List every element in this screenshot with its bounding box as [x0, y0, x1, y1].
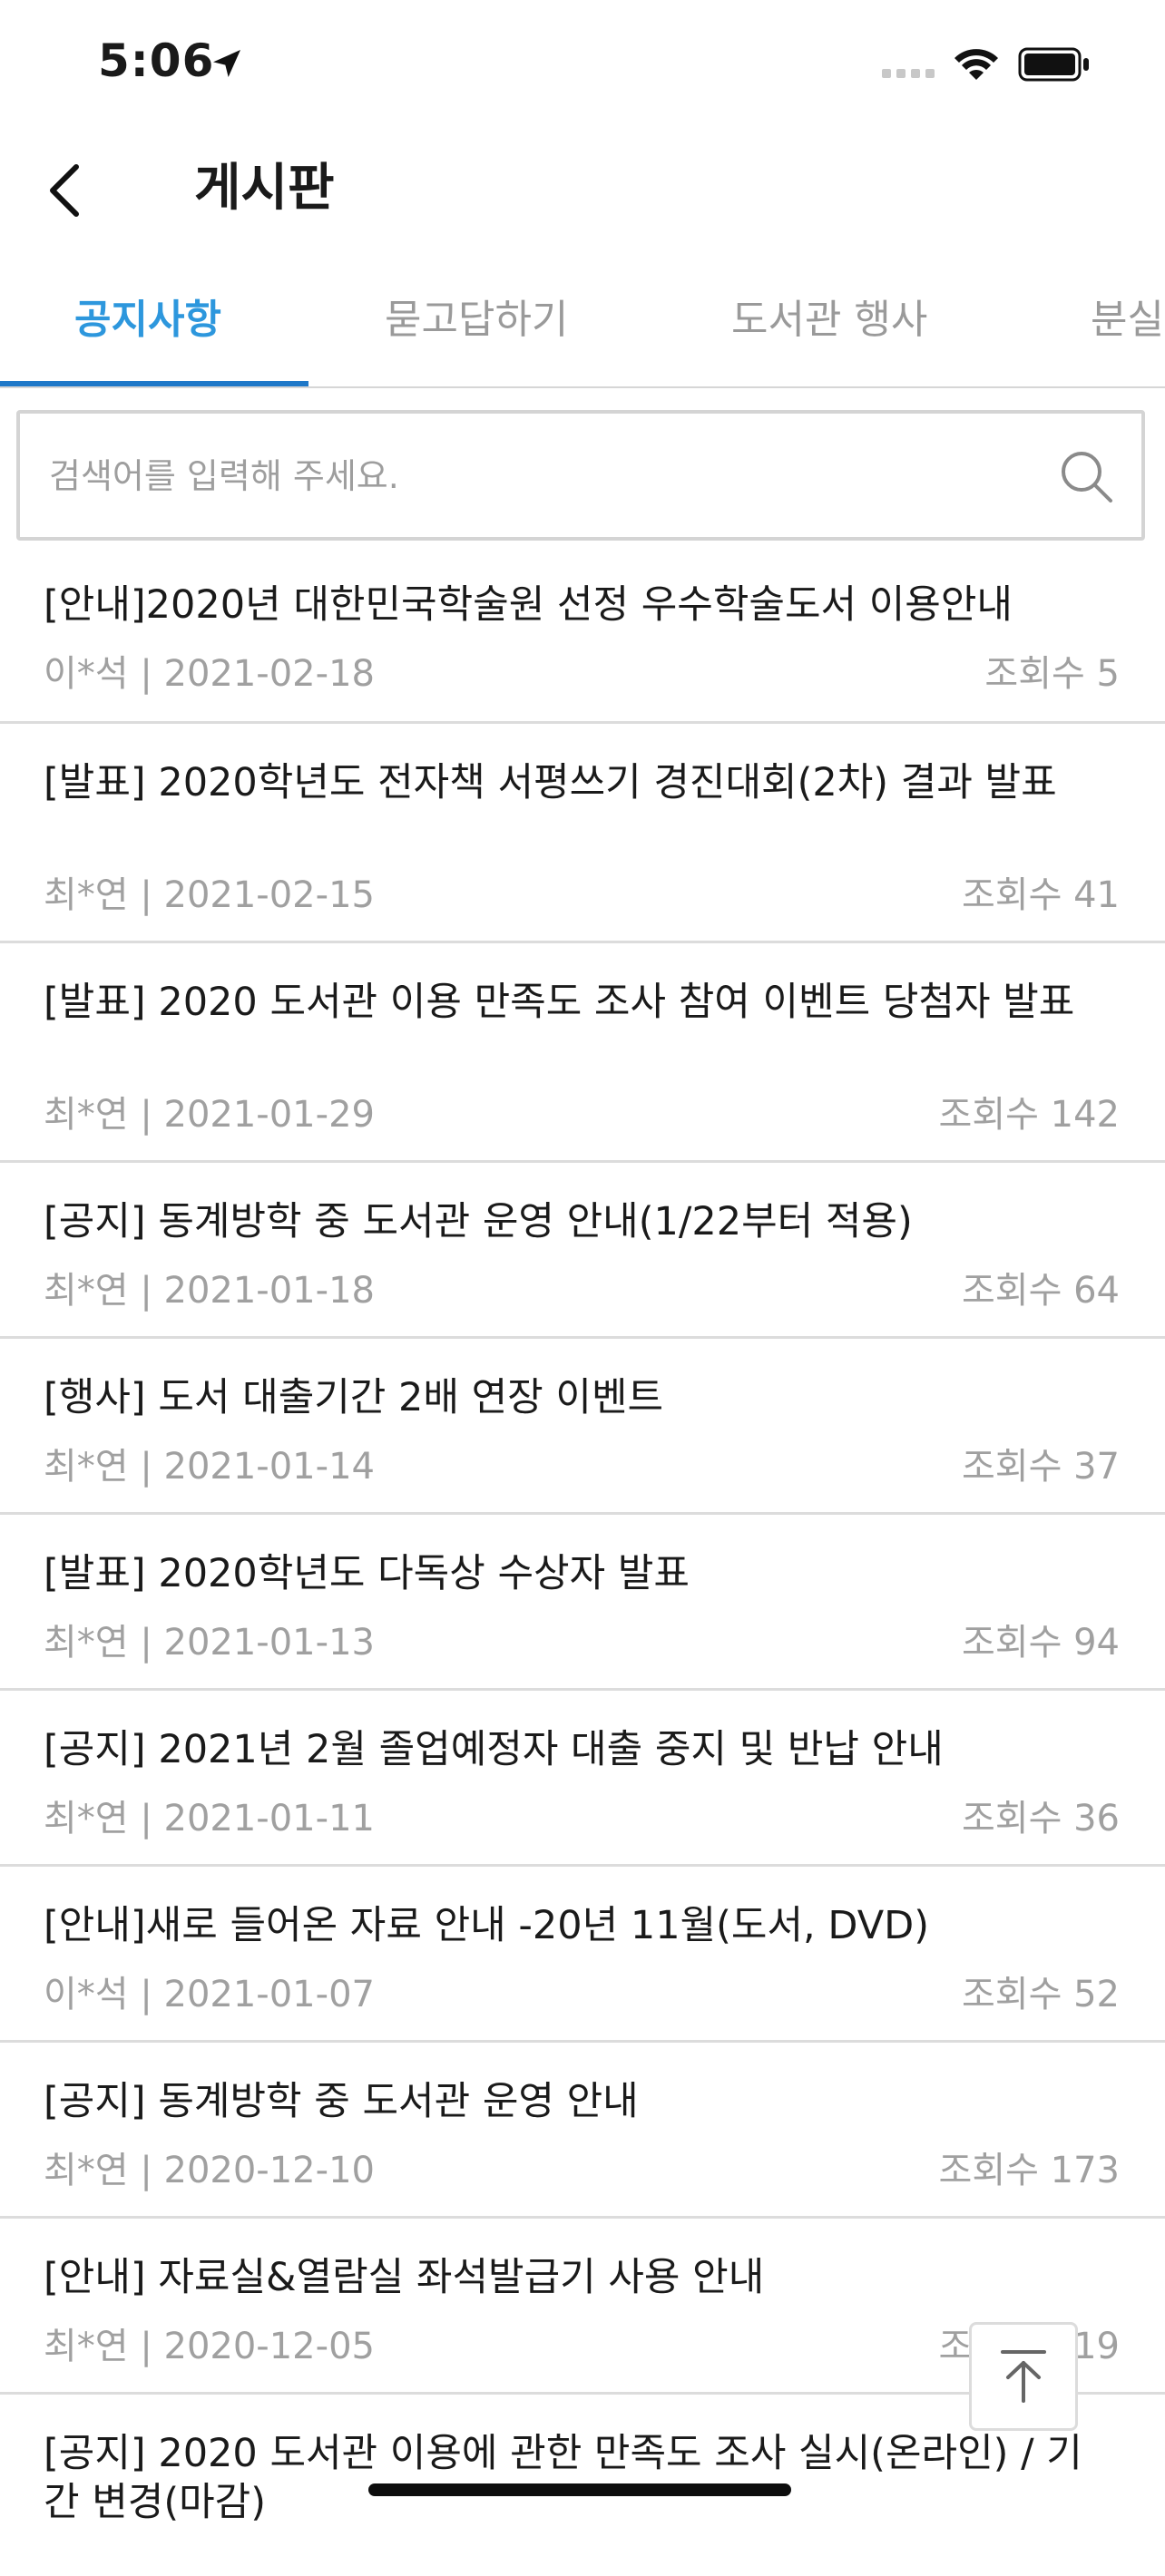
active-tab-indicator	[0, 381, 308, 386]
post-views: 조회수 173	[938, 2150, 1120, 2191]
back-button[interactable]	[40, 156, 91, 221]
cellular-signal-icon	[882, 69, 935, 78]
status-bar: 5:06	[0, 0, 1165, 127]
post-meta: 최*연 | 2021-01-13	[44, 1622, 375, 1664]
post-views: 조회수 36	[961, 1798, 1120, 1839]
post-item[interactable]: [안내]2020년 대한민국학술원 선정 우수학술도서 이용안내 이*석 | 2…	[0, 546, 1165, 724]
post-title: [안내] 자료실&열람실 좌석발급기 사용 안내	[44, 2255, 765, 2300]
post-item[interactable]: [공지] 동계방학 중 도서관 운영 안내 최*연 | 2020-12-10 조…	[0, 2043, 1165, 2219]
header: 게시판	[0, 127, 1165, 236]
post-item[interactable]: [발표] 2020학년도 다독상 수상자 발표 최*연 | 2021-01-13…	[0, 1515, 1165, 1691]
post-title: [공지] 동계방학 중 도서관 운영 안내(1/22부터 적용)	[44, 1199, 913, 1244]
post-title: [공지] 2021년 2월 졸업예정자 대출 중지 및 반납 안내	[44, 1727, 944, 1772]
post-views: 조회수 37	[961, 1446, 1120, 1488]
post-title: [안내]새로 들어온 자료 안내 -20년 11월(도서, DVD)	[44, 1903, 930, 1948]
tab-library-events[interactable]: 도서관 행사	[731, 287, 927, 345]
post-title: [안내]2020년 대한민국학술원 선정 우수학술도서 이용안내	[44, 582, 1013, 628]
tab-bar: 공지사항 묻고답하기 도서관 행사 분실	[0, 254, 1165, 388]
post-item[interactable]: [공지] 2021년 2월 졸업예정자 대출 중지 및 반납 안내 최*연 | …	[0, 1691, 1165, 1867]
post-meta: 이*석 | 2021-01-07	[44, 1974, 375, 2015]
tab-lost-found[interactable]: 분실	[1091, 287, 1164, 345]
post-title: [공지] 2020 도서관 이용에 관한 만족도 조사 실시(온라인) / 기간…	[44, 2431, 1082, 2525]
arrow-up-to-top-icon	[1001, 2350, 1046, 2403]
post-views: 조회수 142	[938, 1094, 1120, 1136]
post-meta: 최*연 | 2021-02-15	[44, 874, 375, 916]
page-title: 게시판	[194, 159, 335, 218]
tab-qna[interactable]: 묻고답하기	[385, 287, 568, 345]
tab-notices[interactable]: 공지사항	[74, 287, 221, 345]
home-indicator	[368, 2483, 791, 2496]
battery-icon	[1018, 47, 1089, 82]
post-title: [발표] 2020학년도 다독상 수상자 발표	[44, 1551, 690, 1596]
post-views: 조회수 52	[961, 1974, 1120, 2015]
search-box	[16, 410, 1145, 541]
post-meta: 최*연 | 2021-01-18	[44, 1270, 375, 1312]
post-meta: 이*석 | 2021-02-18	[44, 653, 375, 695]
location-arrow-icon	[213, 50, 240, 77]
chevron-left-icon	[50, 164, 79, 217]
post-title: [행사] 도서 대출기간 2배 연장 이벤트	[44, 1375, 664, 1420]
post-views: 조회수 41	[961, 874, 1120, 916]
search-input[interactable]	[47, 414, 1049, 539]
post-item[interactable]: [안내]새로 들어온 자료 안내 -20년 11월(도서, DVD) 이*석 |…	[0, 1867, 1165, 2043]
post-list: [안내]2020년 대한민국학술원 선정 우수학술도서 이용안내 이*석 | 2…	[0, 546, 1165, 2576]
post-views: 조회수 64	[961, 1270, 1120, 1312]
post-meta: 최*연 | 2020-12-05	[44, 2326, 375, 2367]
wifi-icon	[955, 49, 998, 80]
post-views: 조회수 5	[984, 653, 1120, 695]
post-meta: 최*연 | 2021-01-14	[44, 1446, 375, 1488]
scroll-to-top-button[interactable]	[969, 2322, 1078, 2431]
post-title: [발표] 2020학년도 전자책 서평쓰기 경진대회(2차) 결과 발표	[44, 760, 1057, 805]
search-icon[interactable]	[1058, 448, 1114, 504]
post-item[interactable]: [발표] 2020학년도 전자책 서평쓰기 경진대회(2차) 결과 발표 최*연…	[0, 724, 1165, 943]
post-item[interactable]: [발표] 2020 도서관 이용 만족도 조사 참여 이벤트 당첨자 발표 최*…	[0, 943, 1165, 1163]
post-views: 조회수 94	[961, 1622, 1120, 1664]
post-title: [공지] 동계방학 중 도서관 운영 안내	[44, 2079, 639, 2124]
post-item[interactable]: [행사] 도서 대출기간 2배 연장 이벤트 최*연 | 2021-01-14 …	[0, 1339, 1165, 1515]
post-meta: 최*연 | 2021-01-11	[44, 1798, 375, 1839]
status-time: 5:06	[98, 34, 215, 87]
post-item[interactable]: [공지] 동계방학 중 도서관 운영 안내(1/22부터 적용) 최*연 | 2…	[0, 1163, 1165, 1339]
post-meta: 최*연 | 2020-12-10	[44, 2150, 375, 2191]
post-meta: 최*연 | 2021-01-29	[44, 1094, 375, 1136]
post-title: [발표] 2020 도서관 이용 만족도 조사 참여 이벤트 당첨자 발표	[44, 980, 1075, 1025]
